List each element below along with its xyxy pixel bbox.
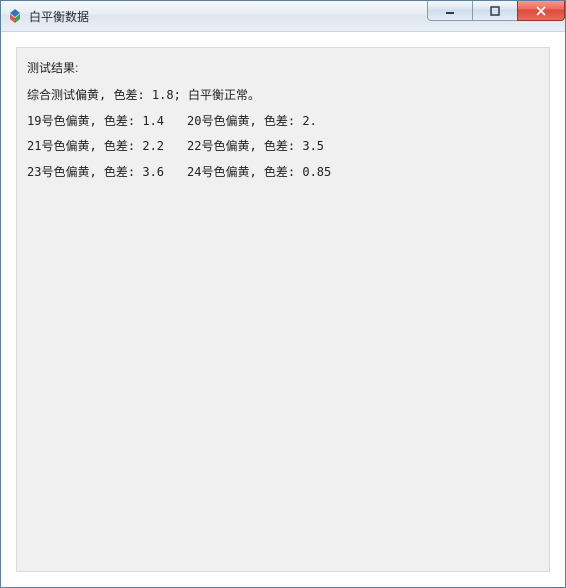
close-button[interactable] (517, 1, 565, 21)
client-area: 测试结果: 综合测试偏黄, 色差: 1.8; 白平衡正常。 19号色偏黄, 色差… (1, 32, 565, 587)
results-row-0-right: 20号色偏黄, 色差: 2. (187, 113, 347, 130)
results-row-0: 19号色偏黄, 色差: 1.4 20号色偏黄, 色差: 2. (27, 113, 539, 130)
minimize-icon (445, 6, 455, 16)
results-summary: 综合测试偏黄, 色差: 1.8; 白平衡正常。 (27, 87, 539, 104)
app-icon (7, 8, 23, 24)
window-title: 白平衡数据 (29, 8, 89, 25)
results-row-2-right: 24号色偏黄, 色差: 0.85 (187, 164, 347, 181)
minimize-button[interactable] (427, 1, 473, 21)
maximize-icon (490, 6, 500, 16)
results-row-1-left: 21号色偏黄, 色差: 2.2 (27, 138, 187, 155)
results-row-0-left: 19号色偏黄, 色差: 1.4 (27, 113, 187, 130)
window-controls (428, 1, 565, 21)
results-panel: 测试结果: 综合测试偏黄, 色差: 1.8; 白平衡正常。 19号色偏黄, 色差… (16, 47, 550, 572)
maximize-button[interactable] (472, 1, 518, 21)
results-row-1: 21号色偏黄, 色差: 2.2 22号色偏黄, 色差: 3.5 (27, 138, 539, 155)
close-icon (536, 6, 546, 16)
results-row-2-left: 23号色偏黄, 色差: 3.6 (27, 164, 187, 181)
app-window: 白平衡数据 测试结果: 综合测试偏黄, (0, 0, 566, 588)
results-heading: 测试结果: (27, 60, 539, 77)
results-row-2: 23号色偏黄, 色差: 3.6 24号色偏黄, 色差: 0.85 (27, 164, 539, 181)
results-row-1-right: 22号色偏黄, 色差: 3.5 (187, 138, 347, 155)
title-bar[interactable]: 白平衡数据 (1, 1, 565, 32)
